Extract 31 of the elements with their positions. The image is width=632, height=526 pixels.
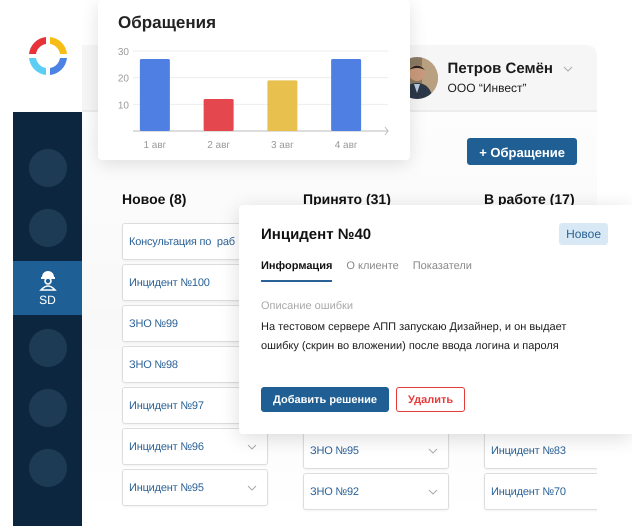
- chevron-icon: [247, 444, 257, 450]
- ticket-card[interactable]: Инцидент №83: [484, 432, 597, 469]
- x-tick-label: 2 авг: [207, 140, 230, 151]
- tab[interactable]: Показатели: [412, 260, 472, 282]
- ticket-card[interactable]: Инцидент №96: [122, 428, 268, 465]
- y-tick-label: 20: [118, 74, 129, 85]
- x-tick-label: 3 авг: [270, 140, 294, 151]
- company-name: ООО “Инвест”: [448, 81, 528, 95]
- new-request-button[interactable]: + Обращение: [467, 138, 577, 165]
- y-tick-label: 10: [118, 100, 129, 112]
- y-tick-label: 30: [118, 47, 129, 58]
- chevron-icon: [247, 484, 257, 490]
- chevron-icon[interactable]: [563, 66, 573, 72]
- x-tick-label: 4 авг: [334, 140, 358, 151]
- sidebar-item[interactable]: SD: [13, 261, 82, 315]
- add-solution-button[interactable]: Добавить решение: [261, 387, 389, 412]
- chevron-icon: [428, 448, 438, 454]
- chart-title: Обращения: [118, 13, 217, 33]
- worker-icon: [38, 269, 56, 291]
- status-badge: Новое: [559, 223, 608, 245]
- chevron-icon: [428, 488, 438, 494]
- x-tick-label: 1 авг: [143, 140, 166, 151]
- ticket-card[interactable]: Инцидент №95: [122, 469, 268, 506]
- delete-button[interactable]: Удалить: [396, 387, 466, 412]
- ticket-card[interactable]: ЗНО №95: [303, 432, 449, 469]
- tab[interactable]: Информация: [261, 260, 332, 282]
- column-title: Новое (8): [122, 191, 188, 209]
- user-name: Петров Семён: [448, 60, 553, 77]
- ticket-card[interactable]: Инцидент №70: [484, 473, 597, 510]
- tab[interactable]: О клиенте: [346, 260, 399, 282]
- ticket-card[interactable]: ЗНО №92: [303, 473, 449, 510]
